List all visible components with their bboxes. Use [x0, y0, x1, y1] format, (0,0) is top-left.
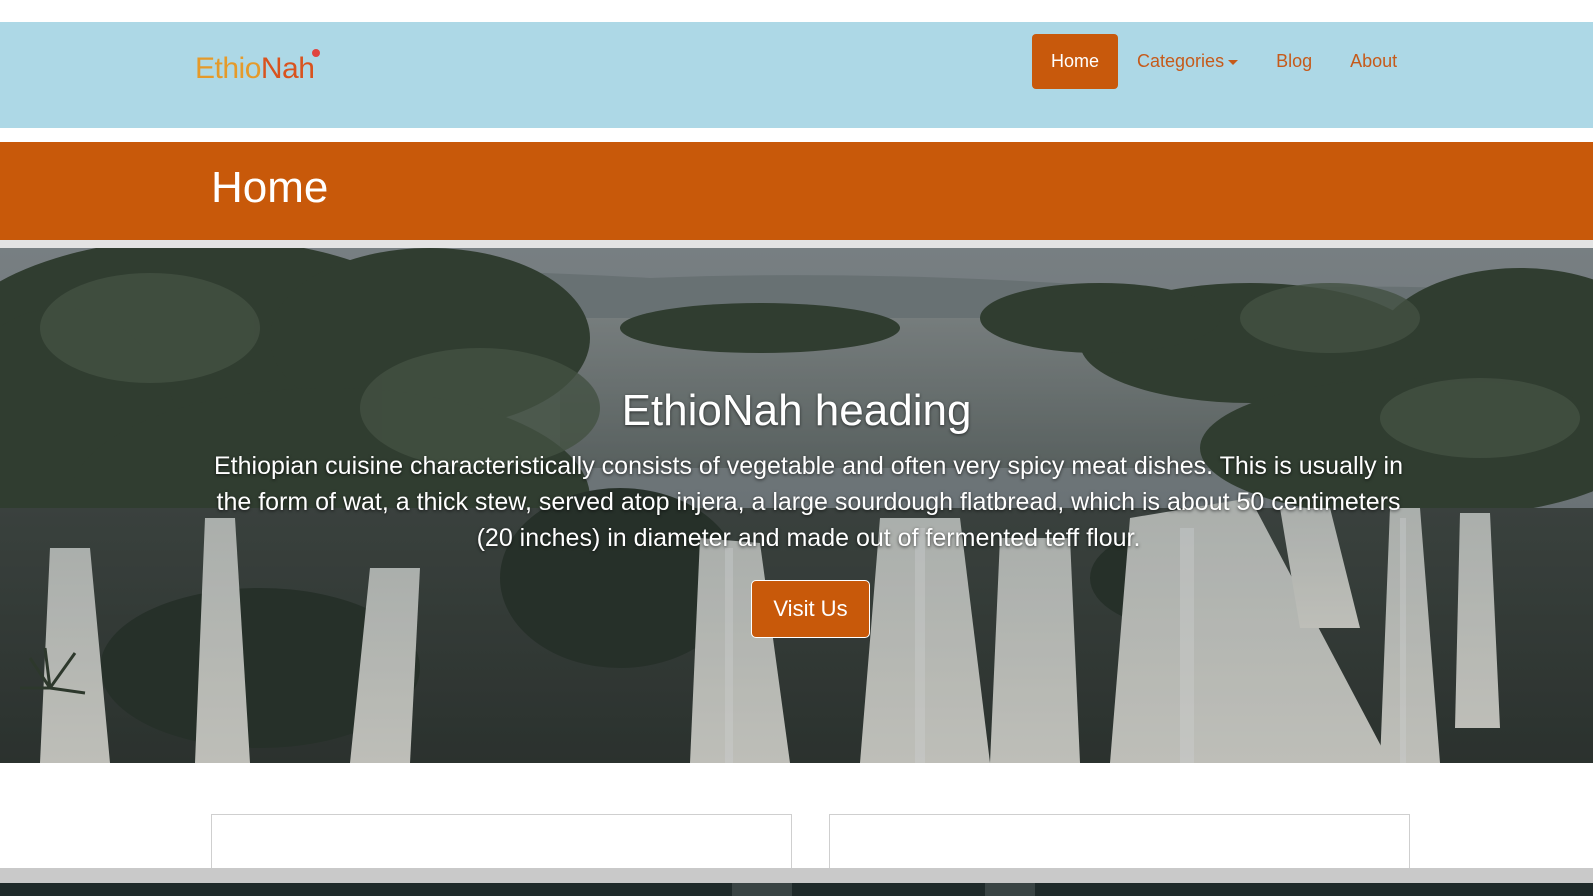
brand-dot-icon: [312, 49, 321, 57]
nav-item-label: About: [1350, 51, 1398, 71]
content-card-left: [211, 814, 792, 874]
nav-item-label: Categories: [1137, 51, 1225, 71]
caret-down-icon: [1228, 60, 1239, 65]
hero-description: Ethiopian cuisine characteristically con…: [213, 452, 1403, 552]
page-title: Home: [211, 163, 329, 212]
navbar: EthioNah Home Categories Blog About: [0, 22, 1593, 128]
page-header: Home: [0, 142, 1593, 240]
top-strip: [0, 0, 1593, 22]
nav-item-home[interactable]: Home: [1032, 34, 1119, 89]
main-nav: Home Categories Blog About: [1032, 34, 1416, 89]
hero-banner: EthioNah heading Ethiopian cuisine chara…: [0, 248, 1593, 763]
nav-item-label: Blog: [1276, 51, 1313, 71]
brand-name-part2: Nah: [260, 52, 315, 85]
hero-content: EthioNah heading Ethiopian cuisine chara…: [0, 248, 1593, 763]
nav-item-label: Home: [1051, 51, 1100, 71]
nav-item-categories[interactable]: Categories: [1118, 34, 1257, 89]
taskbar-item[interactable]: [985, 883, 1035, 896]
taskbar-active-item[interactable]: [732, 883, 792, 896]
horizontal-scrollbar[interactable]: [0, 868, 1593, 883]
nav-item-blog[interactable]: Blog: [1257, 34, 1331, 89]
hero-heading: EthioNah heading: [621, 386, 972, 435]
brand-name-part1: Ethio: [195, 52, 261, 85]
visit-us-button[interactable]: Visit Us: [751, 580, 870, 638]
brand-logo[interactable]: EthioNah: [195, 49, 321, 86]
nav-item-about[interactable]: About: [1331, 34, 1416, 89]
header-divider: [0, 240, 1593, 248]
content-card-right: [829, 814, 1410, 874]
os-taskbar: [0, 883, 1593, 896]
